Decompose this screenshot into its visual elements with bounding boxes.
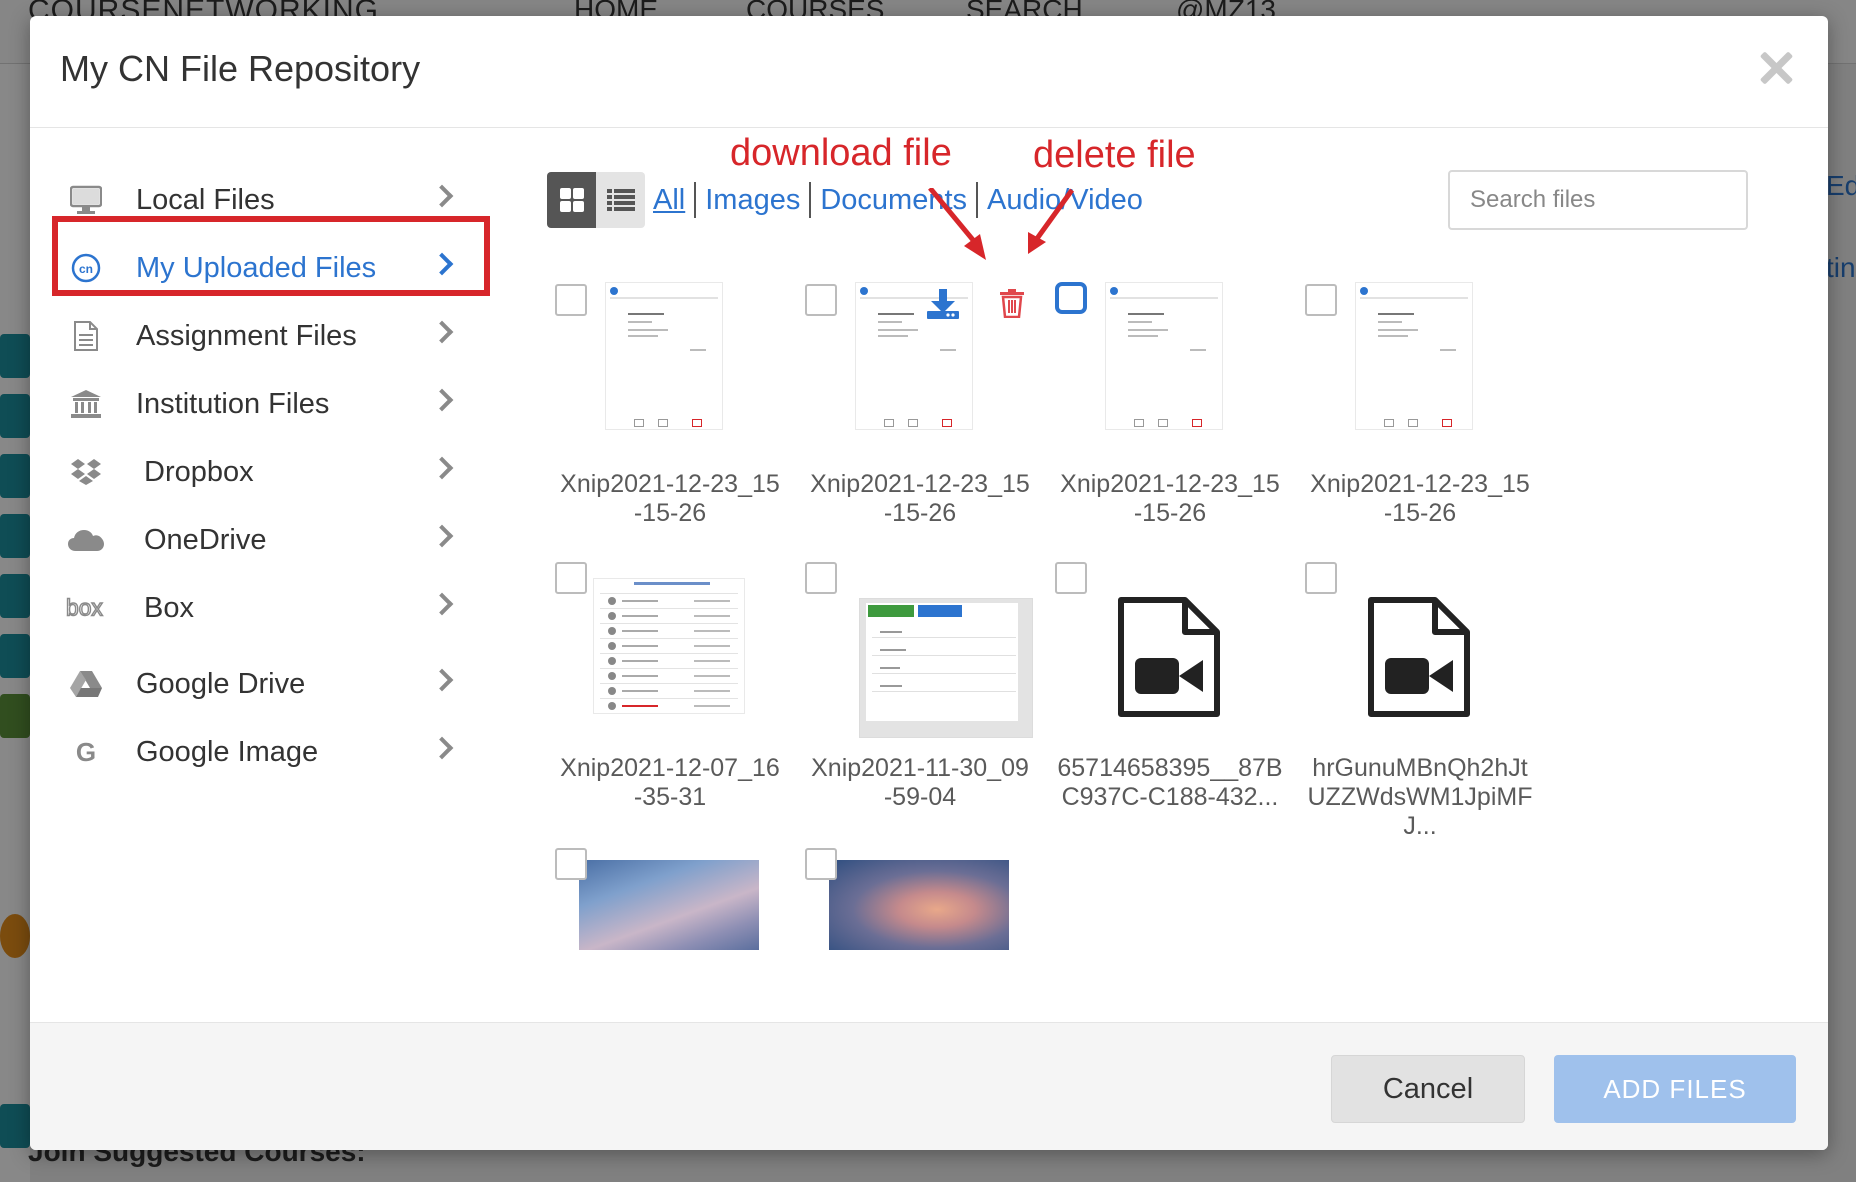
svg-text:box: box — [66, 596, 103, 620]
sidebar-item-local-files[interactable]: Local Files — [52, 166, 472, 234]
file-checkbox[interactable] — [1055, 562, 1087, 594]
file-name: Xnip2021-11-30_09 -59-04 — [811, 754, 1029, 811]
file-name: Xnip2021-12-23_15 -15-26 — [810, 470, 1030, 527]
file-item[interactable]: 65714658395__87B C937C-C188-432... — [1055, 562, 1285, 811]
list-icon — [606, 189, 635, 211]
file-repository-modal: My CN File Repository Local Files cn My … — [30, 16, 1828, 1150]
file-checkbox[interactable] — [1305, 562, 1337, 594]
sidebar-item-google-drive[interactable]: Google Drive — [52, 650, 472, 718]
search-files-input[interactable] — [1448, 170, 1748, 230]
google-drive-icon — [66, 664, 106, 704]
sidebar-item-label: Local Files — [136, 183, 275, 216]
file-item[interactable] — [555, 848, 785, 968]
file-name: Xnip2021-12-23_15 -15-26 — [1310, 470, 1530, 527]
trash-icon — [1000, 289, 1024, 319]
dropbox-icon — [66, 452, 106, 492]
sidebar-item-onedrive[interactable]: OneDrive — [52, 506, 472, 574]
cancel-button[interactable]: Cancel — [1331, 1055, 1525, 1123]
sidebar-item-box[interactable]: box Box — [52, 574, 472, 642]
file-item[interactable]: Xnip2021-12-23_15 -15-26 — [1055, 282, 1285, 542]
grid-view-button[interactable] — [547, 172, 596, 228]
file-checkbox[interactable] — [555, 284, 587, 316]
file-checkbox[interactable] — [805, 284, 837, 316]
modal-footer: Cancel ADD FILES — [30, 1022, 1828, 1150]
sidebar-item-label: Assignment Files — [136, 319, 357, 352]
grid-icon — [559, 188, 584, 212]
add-files-button[interactable]: ADD FILES — [1554, 1055, 1796, 1123]
file-checkbox[interactable] — [555, 562, 587, 594]
tab-images[interactable]: Images — [696, 184, 809, 217]
document-icon — [66, 316, 106, 356]
monitor-icon — [66, 180, 106, 220]
file-name: hrGunuMBnQh2hJt UZZWdsWM1JpiMF J... — [1307, 754, 1533, 840]
file-checkbox[interactable] — [555, 848, 587, 880]
file-name: Xnip2021-12-23_15 -15-26 — [1060, 470, 1280, 527]
sidebar-item-label: My Uploaded Files — [136, 251, 377, 284]
sidebar-item-dropbox[interactable]: Dropbox — [52, 438, 472, 506]
cn-logo-icon: cn — [66, 248, 106, 288]
modal-header: My CN File Repository — [30, 16, 1828, 128]
tab-all[interactable]: All — [644, 184, 694, 217]
close-icon[interactable] — [1754, 46, 1798, 90]
file-item[interactable]: hrGunuMBnQh2hJt UZZWdsWM1JpiMF J... — [1305, 562, 1535, 840]
video-file-icon — [1117, 596, 1221, 718]
download-icon — [927, 289, 959, 319]
file-item[interactable]: Xnip2021-12-23_15 -15-26 — [1305, 282, 1535, 542]
box-logo-icon: box — [66, 588, 106, 628]
cloud-icon — [66, 520, 106, 560]
file-thumbnail — [1105, 282, 1223, 430]
view-toggle — [547, 172, 645, 228]
svg-text:G: G — [76, 738, 96, 766]
file-item[interactable]: Xnip2021-11-30_09 -59-04 — [805, 562, 1035, 811]
source-sidebar: Local Files cn My Uploaded Files Assignm… — [52, 166, 472, 786]
sidebar-item-google-image[interactable]: G Google Image — [52, 718, 472, 786]
file-thumbnail — [859, 598, 1033, 738]
file-item[interactable] — [805, 848, 1035, 968]
sidebar-item-label: Box — [144, 591, 194, 624]
file-checkbox[interactable] — [805, 562, 837, 594]
sidebar-item-label: Institution Files — [136, 387, 330, 420]
delete-file-button[interactable] — [999, 288, 1029, 322]
file-item[interactable]: Xnip2021-12-23_15 -15-26 — [555, 282, 785, 542]
file-checkbox[interactable] — [1305, 284, 1337, 316]
image-thumbnail — [579, 860, 759, 950]
image-thumbnail — [829, 860, 1009, 950]
sidebar-item-institution-files[interactable]: Institution Files — [52, 370, 472, 438]
file-name: Xnip2021-12-23_15 -15-26 — [560, 470, 780, 527]
file-name: Xnip2021-12-07_16 -35-31 — [560, 754, 780, 811]
annotation-download-file: download file — [730, 132, 952, 174]
file-item[interactable]: Xnip2021-12-07_16 -35-31 — [555, 562, 785, 811]
file-checkbox[interactable] — [1055, 282, 1087, 314]
sidebar-item-label: OneDrive — [144, 523, 267, 556]
svg-text:cn: cn — [79, 262, 93, 276]
video-file-icon — [1367, 596, 1471, 718]
sidebar-item-label: Google Image — [136, 735, 319, 768]
sidebar-item-my-uploaded-files[interactable]: cn My Uploaded Files — [52, 234, 472, 302]
list-view-button[interactable] — [596, 172, 645, 228]
annotation-delete-file: delete file — [1033, 134, 1196, 176]
file-thumbnail — [593, 578, 745, 714]
modal-title: My CN File Repository — [60, 48, 421, 89]
file-thumbnail — [1355, 282, 1473, 430]
sidebar-item-assignment-files[interactable]: Assignment Files — [52, 302, 472, 370]
file-name: 65714658395__87B C937C-C188-432... — [1057, 754, 1283, 811]
institution-icon — [66, 384, 106, 424]
sidebar-item-label: Dropbox — [144, 455, 254, 488]
google-g-icon: G — [66, 732, 106, 772]
file-thumbnail — [605, 282, 723, 430]
download-file-button[interactable] — [926, 288, 962, 324]
sidebar-item-label: Google Drive — [136, 667, 306, 700]
file-checkbox[interactable] — [805, 848, 837, 880]
